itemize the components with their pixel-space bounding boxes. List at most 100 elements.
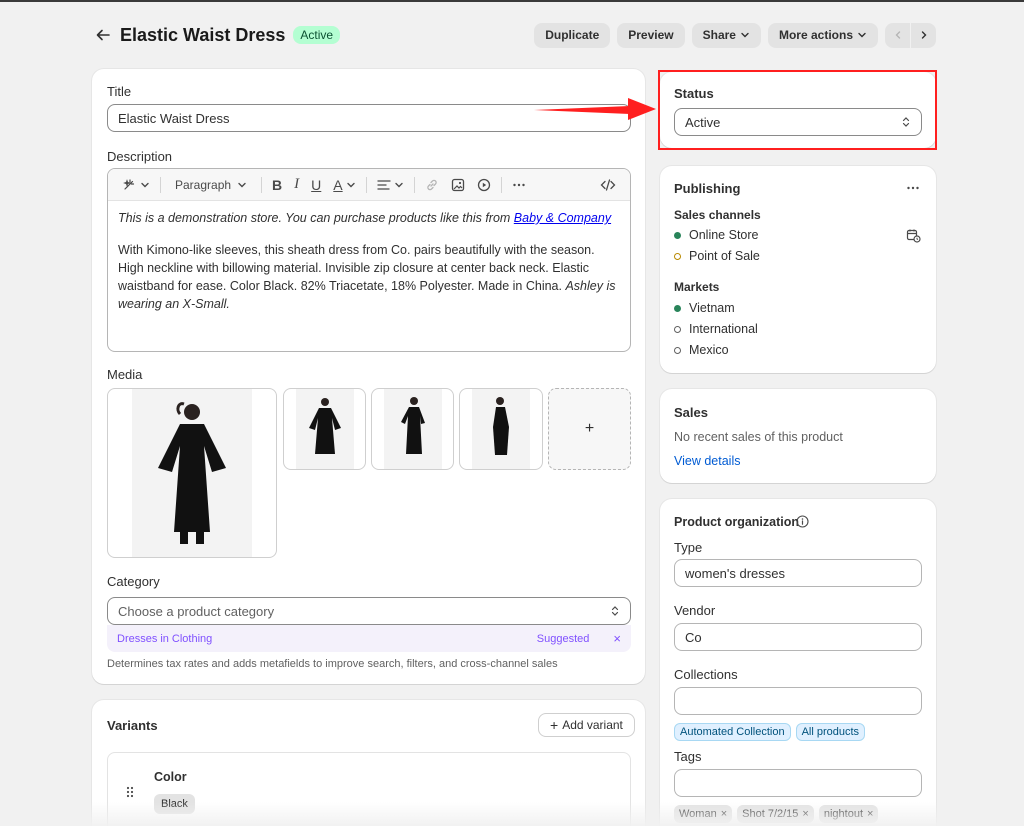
text-color-button[interactable]: A [327,169,361,201]
select-arrows-icon [902,117,910,127]
vendor-label: Vendor [674,603,716,618]
code-view-button[interactable] [594,169,622,201]
chevron-down-icon [858,32,866,38]
back-button[interactable] [92,24,114,46]
underline-icon: U [311,176,322,193]
description-editor: Paragraph B I U A This is a demonstratio… [107,168,631,352]
annotation-arrow [534,98,656,120]
description-intro-text: This is a demonstration store. You can p… [118,211,514,225]
more-horizontal-icon [512,183,525,186]
info-icon[interactable] [796,515,809,528]
remove-tag-icon[interactable]: × [721,808,727,820]
underline-button[interactable]: U [305,169,327,201]
collection-tag[interactable]: All products [795,723,866,741]
product-organization-card: Product organization Type women's dresse… [660,499,936,826]
page-header: Elastic Waist Dress Active Duplicate Pre… [92,22,936,48]
tag-chip: nightout × [818,805,879,823]
ai-generate-button[interactable] [116,169,156,201]
collections-input[interactable] [674,687,922,715]
paragraph-format-select[interactable]: Paragraph [165,169,257,201]
status-badge: Active [293,26,341,44]
status-card: Status Active [660,72,936,148]
more-formatting-button[interactable] [506,169,532,201]
text-color-icon: A [333,176,343,193]
category-select[interactable]: Choose a product category [107,597,631,625]
baby-company-link[interactable]: Baby & Company [514,211,611,225]
description-body-text: With Kimono-like sleeves, this sheath dr… [118,243,595,293]
media-thumbnail[interactable] [371,388,454,470]
insert-video-button[interactable] [471,169,497,201]
next-product-button[interactable] [911,22,936,48]
channel-name: Online Store [689,228,759,242]
type-label: Type [674,540,703,555]
toolbar-divider [160,176,161,193]
organization-title: Product organization [674,515,799,529]
media-label: Media [107,367,143,382]
add-media-button[interactable]: + [548,388,631,470]
markets-label: Markets [674,280,720,294]
product-details-card: Title Elastic Waist Dress Description Pa… [92,69,645,684]
more-horizontal-icon[interactable] [906,181,920,195]
status-label: Status [674,86,714,101]
collections-label: Collections [674,667,738,682]
insert-link-button[interactable] [419,169,445,201]
tags-label: Tags [674,749,702,764]
description-content[interactable]: This is a demonstration store. You can p… [108,201,630,335]
calendar-schedule-icon[interactable] [906,228,921,243]
market-name: Mexico [689,343,729,357]
insert-image-button[interactable] [445,169,471,201]
type-input[interactable]: women's dresses [674,559,922,587]
tag-chip-label: nightout [823,808,864,820]
media-main-image[interactable] [107,388,277,558]
sales-channels-label: Sales channels [674,208,761,222]
tags-input[interactable] [674,769,922,797]
media-thumbnail[interactable] [459,388,543,470]
publishing-card: Publishing Sales channels Online Store P… [660,166,936,373]
vendor-input-value: Co [685,629,702,645]
bold-button[interactable]: B [266,169,288,201]
suggested-badge: Suggested [536,632,590,645]
more-actions-label: More actions [778,28,853,42]
remove-tag-icon[interactable]: × [867,808,873,820]
category-suggestion[interactable]: Dresses in Clothing Suggested × [107,625,631,652]
remove-tag-icon[interactable]: × [802,808,808,820]
drag-handle-icon[interactable] [125,785,135,799]
title-input-value: Elastic Waist Dress [118,110,230,126]
dress-photo-icon [295,389,354,469]
preview-button[interactable]: Preview [617,22,685,48]
more-actions-button[interactable]: More actions [767,22,878,48]
category-placeholder: Choose a product category [118,603,275,619]
pending-dot [674,252,681,260]
italic-button[interactable]: I [288,169,305,201]
image-icon [451,178,464,191]
description-label: Description [107,149,173,164]
tag-chip-label: Shot 7/2/15 [742,808,799,820]
duplicate-button[interactable]: Duplicate [534,22,611,48]
chevron-down-icon [238,182,246,187]
share-button[interactable]: Share [691,22,761,48]
channel-point-of-sale: Point of Sale [674,249,760,263]
market-mexico: Mexico [674,343,729,357]
vendor-input[interactable]: Co [674,623,922,651]
status-select[interactable]: Active [674,108,922,136]
toolbar-divider [261,176,263,193]
collection-tag[interactable]: Automated Collection [674,723,791,741]
unpublished-dot [674,346,681,354]
channel-name: Point of Sale [689,249,760,263]
variant-option-box: Color Black [107,752,631,826]
suggested-category: Dresses [117,632,158,645]
add-variant-button[interactable]: + Add variant [538,713,635,737]
media-thumbnail[interactable] [283,388,366,470]
dismiss-suggestion-button[interactable]: × [613,631,621,646]
paragraph-format-label: Paragraph [175,177,232,192]
market-international: International [674,322,758,336]
chevron-right-icon [921,31,926,39]
variants-title: Variants [107,718,158,733]
status-select-value: Active [685,114,721,130]
previous-product-button[interactable] [885,22,910,48]
chevron-down-icon [394,182,403,187]
align-button[interactable] [371,169,410,201]
plus-icon: + [584,420,595,437]
view-details-link[interactable]: View details [674,454,740,468]
dress-photo-icon [472,389,530,469]
